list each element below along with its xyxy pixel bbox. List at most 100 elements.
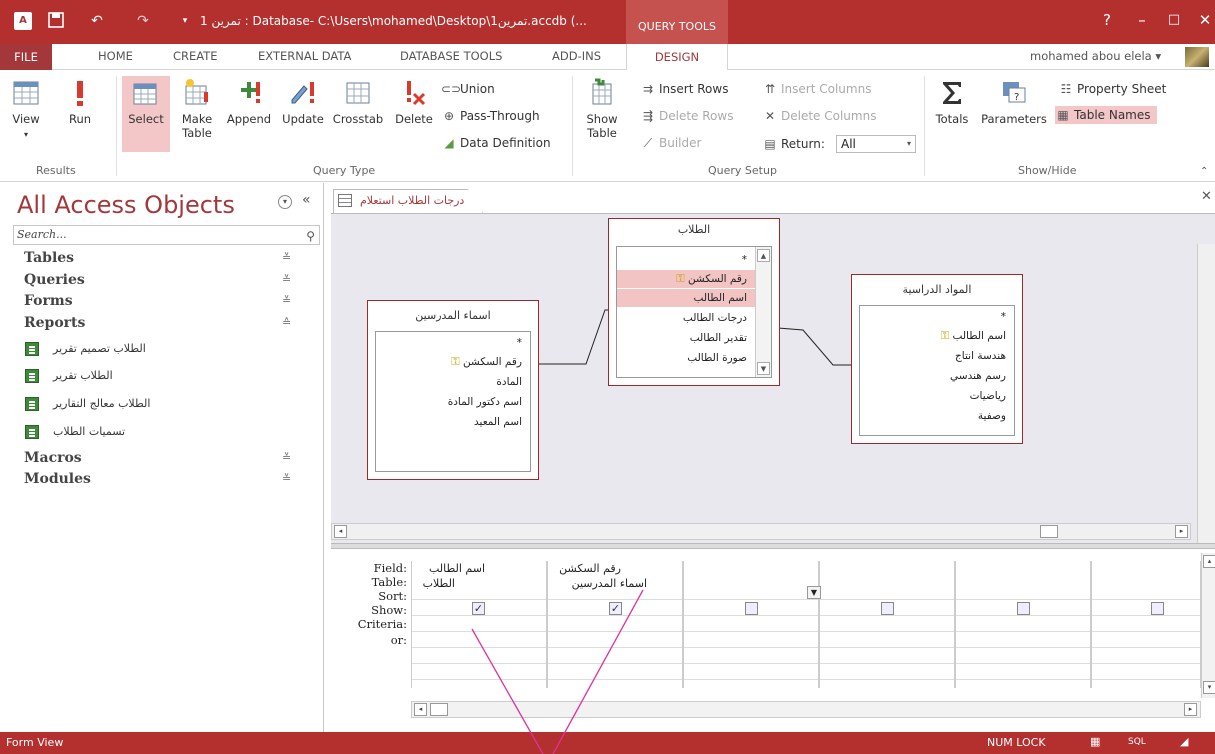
scroll-down-icon[interactable]: ▼ (757, 362, 770, 375)
grid-column[interactable] (819, 561, 955, 688)
property-sheet-button[interactable]: ☷ Property Sheet (1058, 80, 1167, 98)
expand-chevron-icon[interactable]: ≚ (282, 472, 291, 485)
insert-columns-button[interactable]: ⇈ Insert Columns (762, 80, 871, 98)
append-button[interactable]: Append (224, 78, 274, 126)
tab-home[interactable]: HOME (98, 49, 133, 63)
grid-field-cell[interactable]: رقم السكشن (551, 562, 621, 575)
field-item-selected[interactable]: رقم السكشن ⚿ (617, 270, 755, 288)
nav-group-reports[interactable]: Reports (24, 315, 85, 331)
nav-group-modules[interactable]: Modules (24, 471, 91, 487)
tab-database-tools[interactable]: DATABASE TOOLS (400, 49, 502, 63)
scroll-up-icon[interactable]: ▴ (1203, 555, 1215, 568)
expand-chevron-icon[interactable]: ≚ (282, 251, 291, 264)
show-table-button[interactable]: Show Table (580, 78, 624, 140)
field-item[interactable]: تقدير الطالب (617, 329, 755, 347)
table-pane-vertical-scrollbar[interactable] (1197, 244, 1215, 554)
field-item[interactable]: صورة الطالب (617, 349, 755, 367)
scroll-left-icon[interactable]: ◂ (334, 525, 347, 538)
grid-table-cell[interactable]: الطلاب (415, 577, 455, 590)
field-item[interactable]: اسم دكتور المادة (376, 393, 530, 411)
field-item[interactable]: * (376, 334, 530, 352)
scroll-thumb[interactable] (430, 703, 448, 716)
grid-vertical-scrollbar[interactable]: ▴ ▾ (1201, 553, 1215, 698)
scroll-right-icon[interactable]: ▸ (1175, 525, 1188, 538)
delete-button[interactable]: Delete (392, 78, 436, 126)
scroll-right-icon[interactable]: ▸ (1184, 703, 1197, 716)
datasheet-view-icon[interactable]: ▦ (1090, 735, 1100, 748)
field-list-title[interactable]: المواد الدراسية (852, 279, 1022, 301)
sort-dropdown-icon[interactable]: ▼ (807, 586, 821, 599)
scroll-left-icon[interactable]: ◂ (414, 703, 427, 716)
tab-create[interactable]: CREATE (173, 49, 218, 63)
select-query-button[interactable]: Select (122, 76, 170, 152)
builder-button[interactable]: ⟋ Builder (640, 134, 702, 152)
field-list-scrollbar[interactable]: ▲ ▼ (755, 247, 771, 377)
field-item[interactable]: رسم هندسي (860, 367, 1014, 385)
sql-view-icon[interactable]: SQL (1128, 737, 1146, 747)
scroll-down-icon[interactable]: ▾ (1203, 681, 1215, 694)
tab-add-ins[interactable]: ADD-INS (552, 49, 601, 63)
scroll-thumb[interactable] (1040, 525, 1058, 538)
field-item[interactable]: اسم الطالب ⚿ (860, 327, 1014, 345)
nav-report-item[interactable]: الطلاب معالج التقارير (25, 395, 305, 415)
undo-icon[interactable]: ↶ (88, 12, 106, 30)
grid-horizontal-scrollbar[interactable]: ◂ ▸ (411, 701, 1201, 718)
table-pane[interactable]: الطلاب * رقم السكشن ⚿ اسم الطالب درجات ا… (331, 213, 1215, 554)
grid-column[interactable] (955, 561, 1091, 688)
show-checkbox[interactable] (745, 602, 758, 615)
table-names-button[interactable]: ▦ Table Names (1055, 106, 1157, 124)
redo-icon[interactable]: ↷ (134, 12, 152, 30)
table-pane-horizontal-scrollbar[interactable]: ◂ ▸ (331, 523, 1191, 540)
field-list-teachers[interactable]: اسماء المدرسين * رقم السكشن ⚿ المادة اسم… (367, 300, 539, 480)
collapse-ribbon-icon[interactable]: ⌃ (1200, 166, 1208, 177)
close-button[interactable]: ✕ (1195, 10, 1215, 30)
nav-group-queries[interactable]: Queries (24, 272, 85, 288)
tab-external-data[interactable]: EXTERNAL DATA (258, 49, 351, 63)
delete-columns-button[interactable]: ✕ Delete Columns (762, 107, 876, 125)
field-item[interactable]: المادة (376, 373, 530, 391)
nav-report-item[interactable]: تسميات الطلاب (25, 423, 305, 443)
make-table-button[interactable]: Make Table (176, 78, 218, 140)
save-icon[interactable] (47, 12, 65, 30)
customize-qat-icon[interactable]: ▾ (176, 12, 194, 30)
grid-column[interactable] (683, 561, 819, 688)
pass-through-button[interactable]: ⊕ Pass-Through (441, 107, 540, 125)
parameters-button[interactable]: ? Parameters (978, 78, 1050, 126)
update-button[interactable]: Update (278, 78, 328, 126)
nav-group-macros[interactable]: Macros (24, 450, 82, 466)
document-tab[interactable]: درجات الطلاب استعلام (333, 189, 483, 213)
field-list-students[interactable]: الطلاب * رقم السكشن ⚿ اسم الطالب درجات ا… (608, 218, 780, 386)
field-item-selected[interactable]: اسم الطالب (617, 289, 755, 307)
insert-rows-button[interactable]: ⇉ Insert Rows (640, 80, 728, 98)
field-list-title[interactable]: الطلاب (609, 219, 779, 241)
field-item[interactable]: * (860, 308, 1014, 326)
field-item[interactable]: رقم السكشن ⚿ (376, 353, 530, 371)
show-checkbox[interactable]: ✓ (472, 602, 485, 615)
design-grid[interactable]: Field: Table: Sort: Show: Criteria: or: … (331, 549, 1215, 732)
union-button[interactable]: ⊂⊃Union (441, 80, 495, 98)
field-item[interactable]: وصفية (860, 407, 1014, 425)
field-list-title[interactable]: اسماء المدرسين (368, 305, 538, 327)
avatar[interactable] (1185, 47, 1209, 67)
nav-pane-title[interactable]: All Access Objects (17, 191, 235, 219)
maximize-button[interactable]: □ (1164, 10, 1184, 30)
nav-search-input[interactable]: Search... ⚲ (13, 225, 320, 245)
data-definition-button[interactable]: ◢ Data Definition (441, 134, 550, 152)
close-document-icon[interactable]: ✕ (1201, 189, 1212, 204)
run-button[interactable]: Run (60, 78, 100, 126)
show-checkbox[interactable] (1017, 602, 1030, 615)
view-button[interactable]: View ▾ (6, 78, 46, 142)
delete-rows-button[interactable]: ⇶ Delete Rows (640, 107, 733, 125)
tab-file[interactable]: FILE (0, 44, 52, 70)
search-icon[interactable]: ⚲ (306, 227, 315, 245)
nav-report-item[interactable]: الطلاب تصميم تقرير (25, 340, 305, 360)
totals-button[interactable]: Totals (930, 78, 974, 126)
grid-table-cell[interactable]: اسماء المدرسين (551, 577, 647, 590)
tab-design[interactable]: DESIGN (626, 44, 728, 71)
scroll-up-icon[interactable]: ▲ (757, 249, 770, 262)
user-account[interactable]: mohamed abou elela ▾ (1030, 49, 1161, 63)
nav-report-item[interactable]: الطلاب تقرير (25, 367, 305, 387)
field-item[interactable]: اسم المعيد (376, 413, 530, 431)
grid-field-cell[interactable]: اسم الطالب (415, 562, 485, 575)
nav-menu-chevron-icon[interactable]: ▾ (278, 195, 292, 209)
